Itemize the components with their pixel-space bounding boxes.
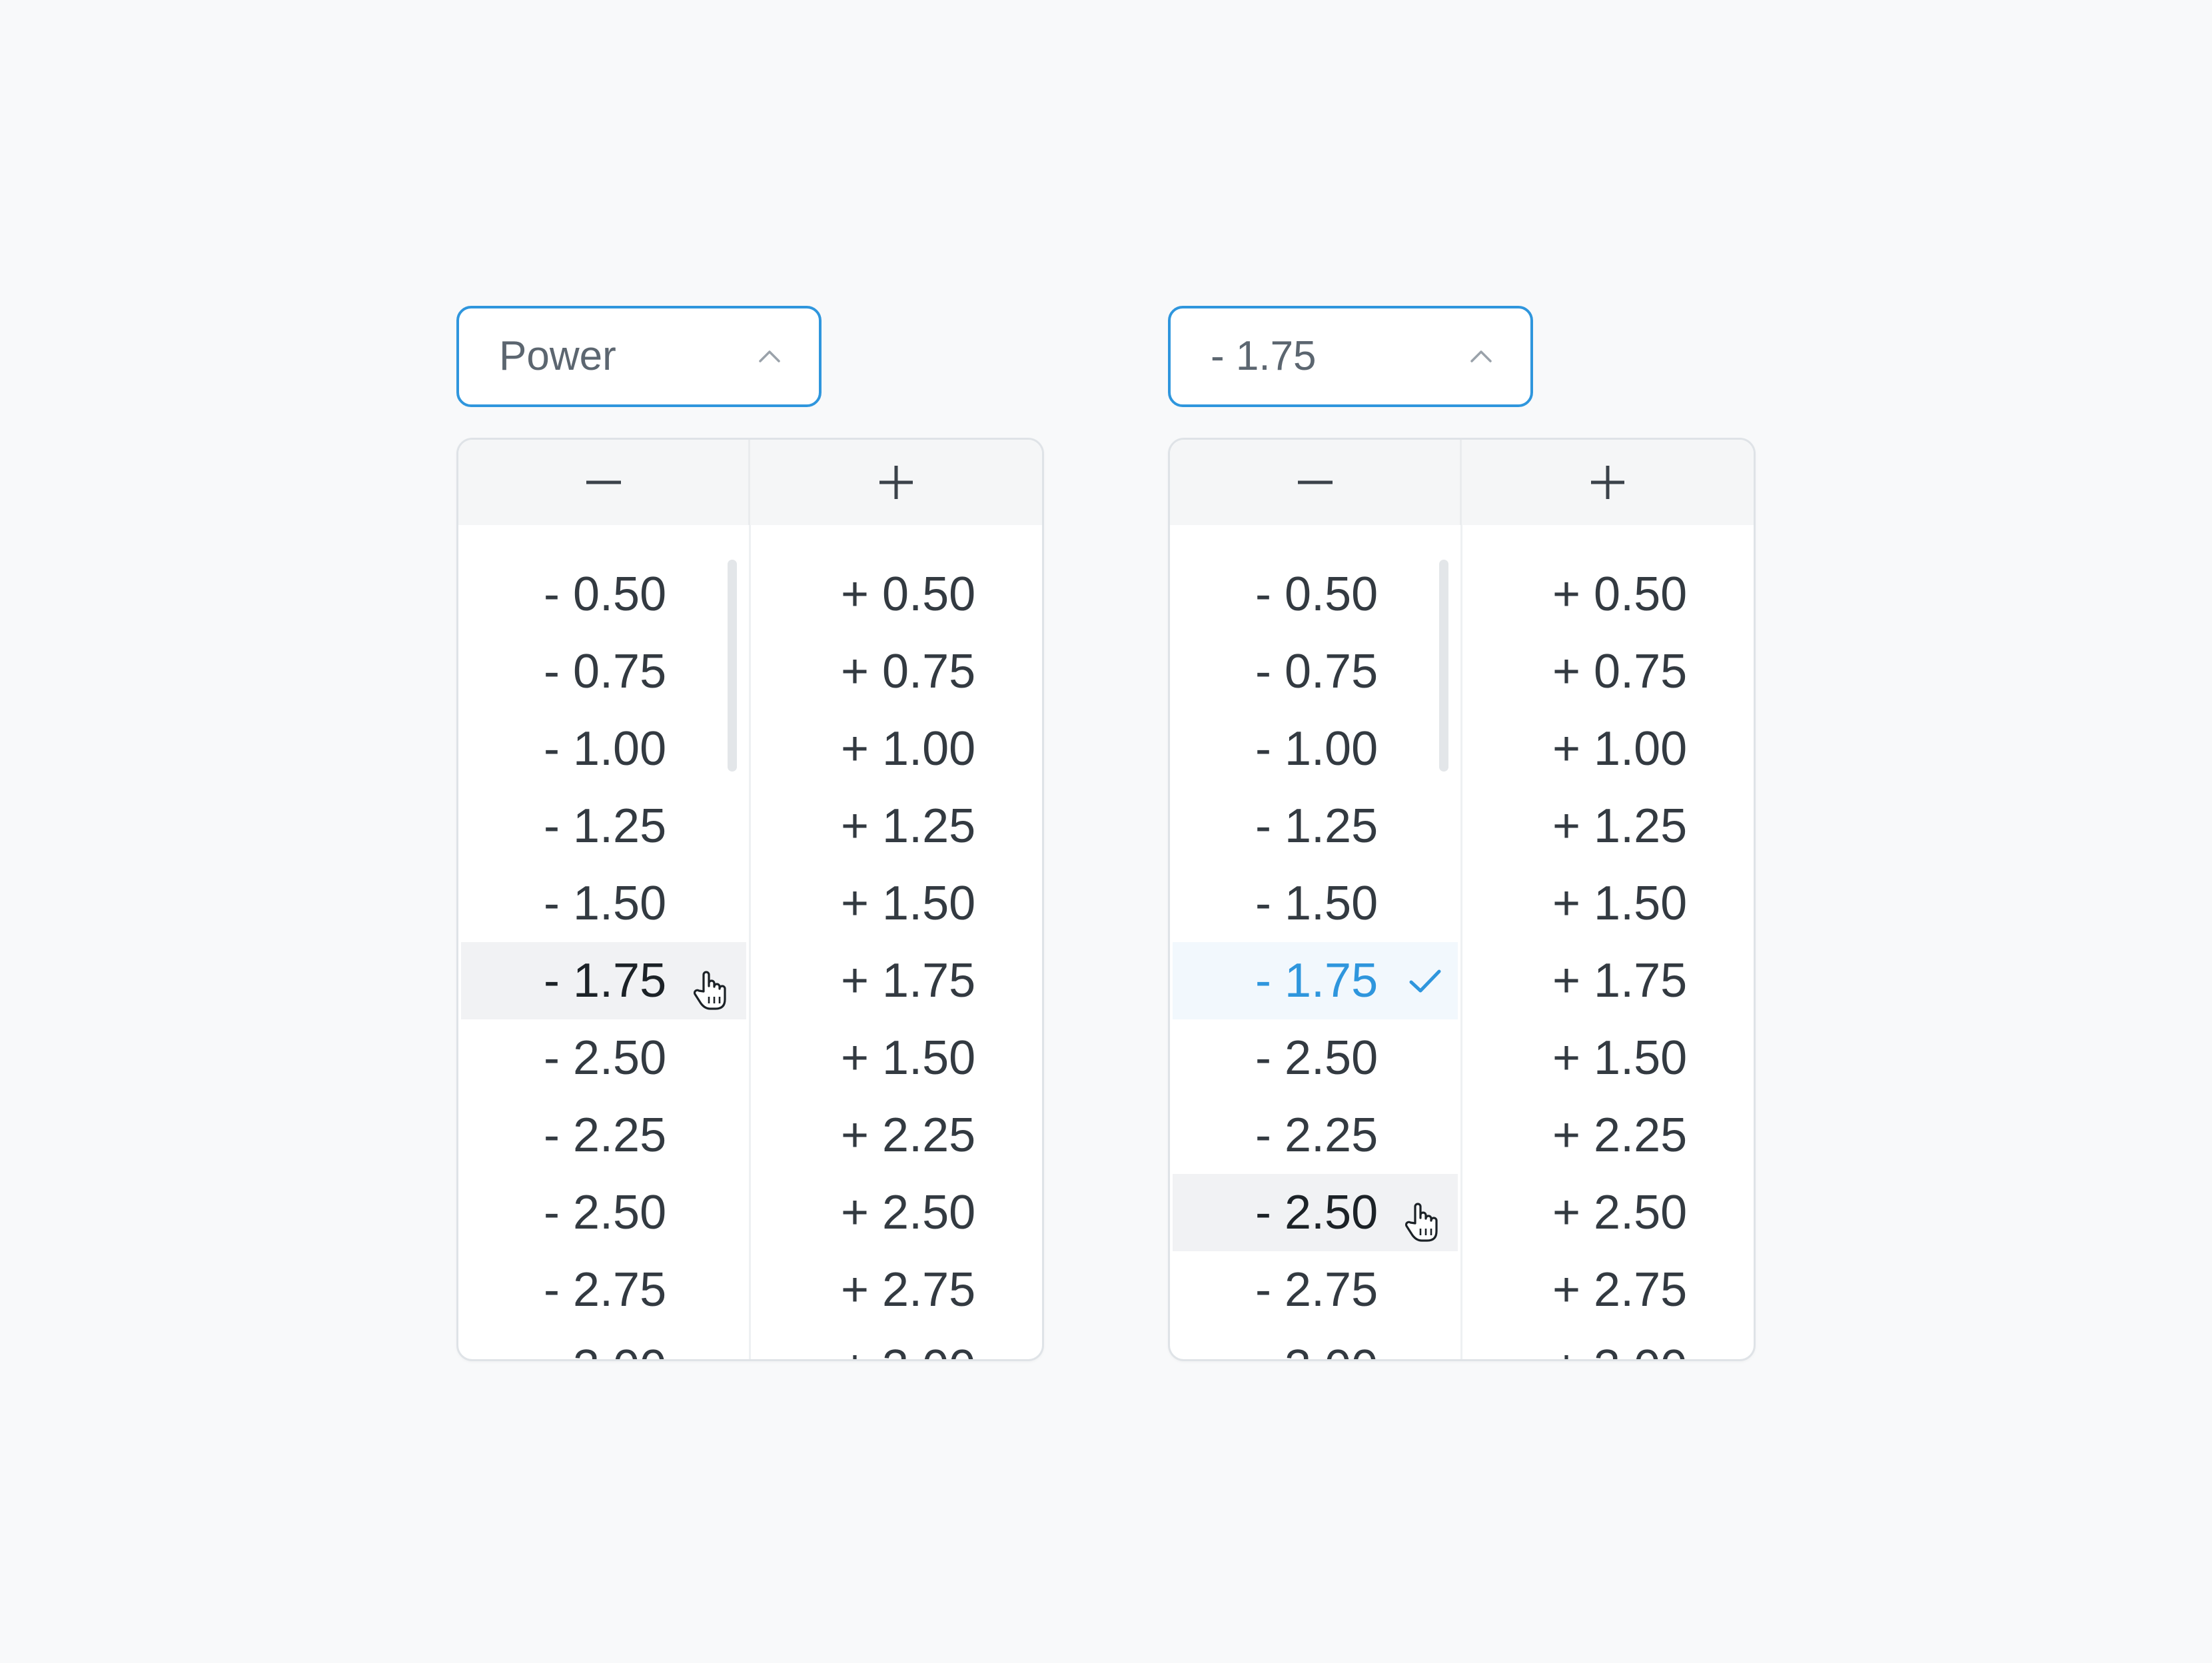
plus-icon: [1591, 466, 1624, 499]
select-value: Power: [499, 333, 616, 379]
minus-option[interactable]: - 0.75: [1173, 633, 1458, 710]
check-icon: [1409, 969, 1441, 993]
plus-option[interactable]: + 2.50: [752, 1174, 1042, 1251]
plus-option[interactable]: + 2.25: [752, 1097, 1042, 1174]
minus-option[interactable]: - 2.25: [1173, 1097, 1458, 1174]
hand-pointer-icon: [1404, 1203, 1438, 1242]
minus-option[interactable]: - 2.50: [461, 1174, 746, 1251]
minus-option[interactable]: - 1.25: [1173, 788, 1458, 865]
plus-option[interactable]: + 1.50: [1463, 865, 1754, 942]
option-label: - 1.75: [544, 954, 667, 1007]
minus-option[interactable]: - 0.50: [461, 556, 746, 633]
power-select[interactable]: - 1.75: [1168, 306, 1533, 407]
plus-column-header[interactable]: [1462, 440, 1754, 525]
minus-option[interactable]: - 1.50: [1173, 865, 1458, 942]
minus-option-hovered[interactable]: - 1.75: [461, 942, 746, 1019]
plus-option[interactable]: + 1.00: [752, 710, 1042, 788]
option-label: - 2.50: [1255, 1186, 1379, 1239]
plus-option[interactable]: + 0.75: [1463, 633, 1754, 710]
minus-option-hovered[interactable]: - 2.50: [1173, 1174, 1458, 1251]
column-divider: [1460, 525, 1462, 1359]
plus-options-list: + 0.50 + 0.75 + 1.00 + 1.25 + 1.50 + 1.7…: [1463, 556, 1754, 1359]
minus-option[interactable]: - 1.25: [461, 788, 746, 865]
minus-options-list: - 0.50 - 0.75 - 1.00 - 1.25 - 1.50 - 1.7…: [1173, 556, 1458, 1359]
chevron-up-icon: [1470, 350, 1492, 362]
plus-icon: [879, 466, 913, 499]
plus-option[interactable]: + 1.50: [752, 865, 1042, 942]
minus-option[interactable]: - 1.00: [461, 710, 746, 788]
minus-options-list: - 0.50 - 0.75 - 1.00 - 1.25 - 1.50 - 1.7…: [461, 556, 746, 1359]
plus-option[interactable]: + 2.75: [1463, 1251, 1754, 1329]
plus-option[interactable]: + 1.75: [1463, 942, 1754, 1019]
plus-option[interactable]: + 2.75: [752, 1251, 1042, 1329]
minus-option-selected[interactable]: - 1.75: [1173, 942, 1458, 1019]
power-dropdown-selected: - 1.75 - 0.50 - 0.75 - 1.00 - 1.25 - 1.5…: [1168, 306, 1756, 1361]
plus-options-list: + 0.50 + 0.75 + 1.00 + 1.25 + 1.50 + 1.7…: [752, 556, 1042, 1359]
minus-icon: [1297, 480, 1333, 484]
plus-option[interactable]: + 3.00: [1463, 1329, 1754, 1359]
plus-option[interactable]: + 1.25: [1463, 788, 1754, 865]
minus-option[interactable]: - 2.25: [461, 1097, 746, 1174]
minus-option[interactable]: - 0.50: [1173, 556, 1458, 633]
dropdown-panel: - 0.50 - 0.75 - 1.00 - 1.25 - 1.50 - 1.7…: [456, 438, 1044, 1361]
minus-column-header[interactable]: [458, 440, 750, 525]
plus-option[interactable]: + 1.00: [1463, 710, 1754, 788]
dropdown-panel: - 0.50 - 0.75 - 1.00 - 1.25 - 1.50 - 1.7…: [1168, 438, 1756, 1361]
minus-option[interactable]: - 1.00: [1173, 710, 1458, 788]
minus-option[interactable]: - 2.50: [461, 1019, 746, 1097]
plus-option[interactable]: + 0.75: [752, 633, 1042, 710]
panel-header: [458, 440, 1042, 525]
option-label: - 1.75: [1255, 954, 1379, 1007]
plus-column-header[interactable]: [750, 440, 1042, 525]
minus-icon: [586, 480, 621, 484]
plus-option[interactable]: + 1.50: [1463, 1019, 1754, 1097]
power-select[interactable]: Power: [456, 306, 822, 407]
hand-pointer-icon: [693, 971, 726, 1010]
column-divider: [749, 525, 751, 1359]
chevron-up-icon: [759, 350, 780, 362]
minus-option[interactable]: - 2.50: [1173, 1019, 1458, 1097]
plus-option[interactable]: + 1.75: [752, 942, 1042, 1019]
select-value: - 1.75: [1211, 333, 1317, 379]
plus-option[interactable]: + 2.25: [1463, 1097, 1754, 1174]
minus-option[interactable]: - 1.50: [461, 865, 746, 942]
minus-option[interactable]: - 3.00: [461, 1329, 746, 1359]
plus-option[interactable]: + 0.50: [1463, 556, 1754, 633]
minus-option[interactable]: - 0.75: [461, 633, 746, 710]
panel-header: [1170, 440, 1754, 525]
plus-option[interactable]: + 3.00: [752, 1329, 1042, 1359]
power-dropdown-open: Power - 0.50 - 0.75 - 1.00 - 1.25 - 1.50…: [456, 306, 1044, 1361]
minus-option[interactable]: - 3.00: [1173, 1329, 1458, 1359]
plus-option[interactable]: + 0.50: [752, 556, 1042, 633]
plus-option[interactable]: + 1.25: [752, 788, 1042, 865]
minus-column-header[interactable]: [1170, 440, 1462, 525]
plus-option[interactable]: + 2.50: [1463, 1174, 1754, 1251]
minus-option[interactable]: - 2.75: [461, 1251, 746, 1329]
minus-option[interactable]: - 2.75: [1173, 1251, 1458, 1329]
plus-option[interactable]: + 1.50: [752, 1019, 1042, 1097]
